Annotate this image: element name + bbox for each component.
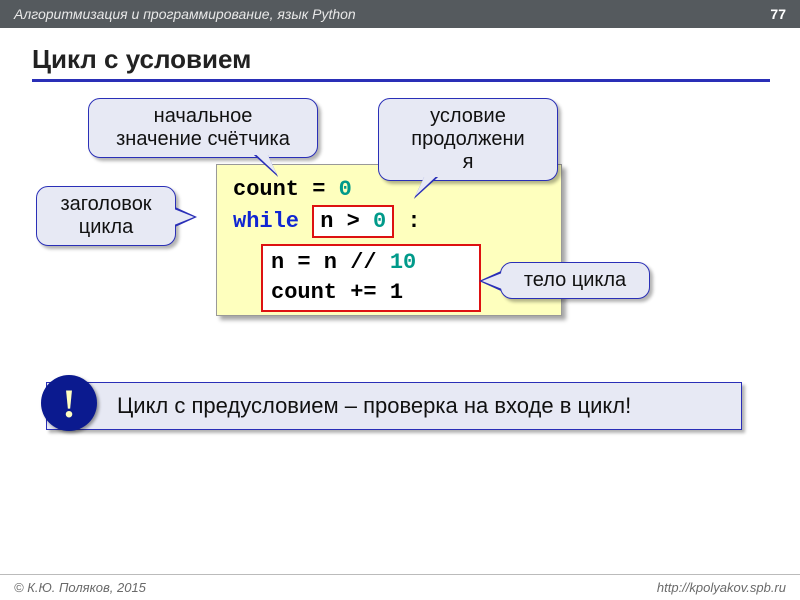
- condition-box: n > 0: [312, 205, 394, 239]
- footer-url: http://kpolyakov.spb.ru: [657, 580, 786, 595]
- footer-author: © К.Ю. Поляков, 2015: [14, 580, 146, 595]
- body-line-2: count += 1: [271, 278, 471, 308]
- course-name: Алгоритмизация и программирование, язык …: [14, 6, 356, 22]
- callout-tail-icon: [175, 207, 197, 227]
- note-bar: ! Цикл с предусловием – проверка на вход…: [46, 382, 742, 430]
- exclamation-icon: !: [41, 375, 97, 431]
- callout-condition: условие продолжени я: [378, 98, 558, 181]
- callout-initial-value: начальное значение счётчика: [88, 98, 318, 158]
- callout-loop-header: заголовок цикла: [36, 186, 176, 246]
- title-wrap: Цикл с условием: [32, 44, 770, 82]
- callout-body: тело цикла: [500, 262, 650, 299]
- diagram-stage: count = 0 while n > 0 : n = n // 10 coun…: [0, 92, 800, 392]
- loop-body-box: n = n // 10 count += 1: [261, 244, 481, 311]
- code-line-2: while n > 0 :: [233, 205, 549, 239]
- note-text: Цикл с предусловием – проверка на входе …: [117, 393, 631, 418]
- slide-title: Цикл с условием: [32, 44, 770, 82]
- page-number: 77: [770, 6, 786, 22]
- callout-tail-icon: [479, 271, 501, 291]
- slide-header: Алгоритмизация и программирование, язык …: [0, 0, 800, 28]
- slide-footer: © К.Ю. Поляков, 2015 http://kpolyakov.sp…: [0, 574, 800, 600]
- body-line-1: n = n // 10: [271, 248, 471, 278]
- note-wrap: ! Цикл с предусловием – проверка на вход…: [46, 382, 742, 430]
